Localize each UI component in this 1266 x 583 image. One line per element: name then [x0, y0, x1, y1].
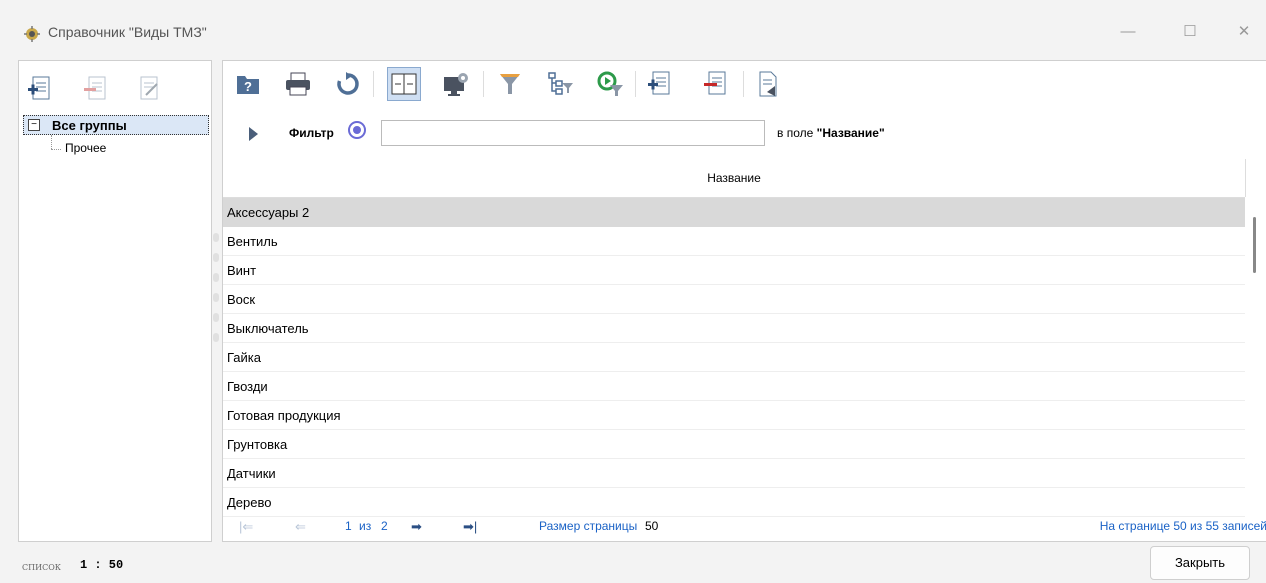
next-page-button[interactable]: ➡: [411, 519, 422, 535]
help-icon[interactable]: ?: [231, 67, 265, 101]
table-row[interactable]: Выключатель: [223, 314, 1245, 343]
export-icon[interactable]: [751, 67, 785, 101]
splitter-grip[interactable]: [213, 233, 219, 242]
table-row[interactable]: Винт: [223, 256, 1245, 285]
filter-field-hint: в поле "Название": [777, 126, 885, 140]
close-window-button[interactable]: ✕: [1232, 20, 1256, 44]
table-row[interactable]: Готовая продукция: [223, 401, 1245, 430]
column-header-name[interactable]: Название: [223, 159, 1245, 198]
filter-label: Фильтр: [289, 126, 334, 140]
splitter-grip[interactable]: [213, 313, 219, 322]
table-row[interactable]: Воск: [223, 285, 1245, 314]
vertical-scrollbar[interactable]: [1253, 217, 1256, 273]
refresh-icon[interactable]: [331, 67, 365, 101]
filter-icon[interactable]: [493, 67, 527, 101]
filter-mode-radio[interactable]: [348, 121, 366, 139]
filter-input[interactable]: [381, 120, 765, 146]
add-record-icon[interactable]: [643, 67, 677, 101]
status-label: список: [22, 560, 61, 573]
column-divider[interactable]: [1245, 159, 1246, 197]
splitter-grip[interactable]: [213, 273, 219, 282]
filter-field-prefix: в поле: [777, 126, 817, 140]
table-row[interactable]: Грунтовка: [223, 430, 1245, 459]
delete-group-icon[interactable]: [83, 75, 109, 103]
table-row[interactable]: Датчики: [223, 459, 1245, 488]
app-icon: [24, 26, 40, 42]
table-row[interactable]: Аксессуары 2: [223, 198, 1245, 227]
maximize-button[interactable]: ☐: [1178, 20, 1202, 44]
records-panel: ? Фильтр в поле "Название" Название Аксе…: [222, 60, 1266, 542]
total-pages: 2: [381, 519, 388, 533]
tree-node-label: Все группы: [52, 118, 127, 133]
splitter-grip[interactable]: [213, 293, 219, 302]
expand-filter-icon[interactable]: [249, 127, 258, 141]
edit-group-icon[interactable]: [137, 75, 163, 103]
groups-panel: − Все группы Прочее: [18, 60, 212, 542]
toolbar-separator: [635, 71, 636, 97]
table-row[interactable]: Дерево: [223, 488, 1245, 517]
minimize-button[interactable]: —: [1116, 20, 1140, 44]
page-size-value[interactable]: 50: [645, 519, 658, 533]
close-button[interactable]: Закрыть: [1150, 546, 1250, 580]
fit-columns-icon[interactable]: [387, 67, 421, 101]
title-bar: Справочник "Виды ТМЗ" — ☐ ✕: [0, 0, 1266, 52]
page-of-label: из: [359, 519, 372, 533]
add-group-icon[interactable]: [27, 75, 53, 103]
splitter-grip[interactable]: [213, 253, 219, 262]
apply-filter-icon[interactable]: [593, 67, 627, 101]
hierarchy-filter-icon[interactable]: [543, 67, 577, 101]
splitter-grip[interactable]: [213, 333, 219, 342]
table-row[interactable]: Гайка: [223, 343, 1245, 372]
print-icon[interactable]: [281, 67, 315, 101]
delete-record-icon[interactable]: [699, 67, 733, 101]
filter-field-name: "Название": [816, 126, 885, 140]
table-row[interactable]: Вентиль: [223, 227, 1245, 256]
window-title: Справочник "Виды ТМЗ": [48, 24, 207, 40]
records-summary: На странице 50 из 55 записей: [1099, 519, 1266, 533]
table-body: Аксессуары 2 Вентиль Винт Воск Выключате…: [223, 198, 1245, 517]
svg-text:?: ?: [244, 79, 252, 94]
last-page-button[interactable]: ➡|: [463, 519, 477, 535]
tree-connector: [51, 149, 61, 150]
table-row[interactable]: Гвозди: [223, 372, 1245, 401]
status-value: 1 : 50: [80, 558, 124, 572]
page-size-label[interactable]: Размер страницы: [539, 519, 637, 533]
toolbar-separator: [483, 71, 484, 97]
toolbar-separator: [373, 71, 374, 97]
toolbar-separator: [743, 71, 744, 97]
tree-node-all-groups[interactable]: − Все группы: [23, 115, 209, 135]
collapse-toggle[interactable]: −: [28, 119, 40, 131]
first-page-button[interactable]: |⇐: [239, 519, 253, 535]
pager: |⇐ ⇐ 1 из 2 ➡ ➡| Размер страницы 50 На с…: [223, 515, 1266, 539]
current-page: 1: [345, 519, 352, 533]
tree-connector: [51, 135, 52, 149]
prev-page-button[interactable]: ⇐: [295, 519, 306, 535]
display-settings-icon[interactable]: [439, 67, 473, 101]
tree-node-other[interactable]: Прочее: [65, 141, 106, 155]
